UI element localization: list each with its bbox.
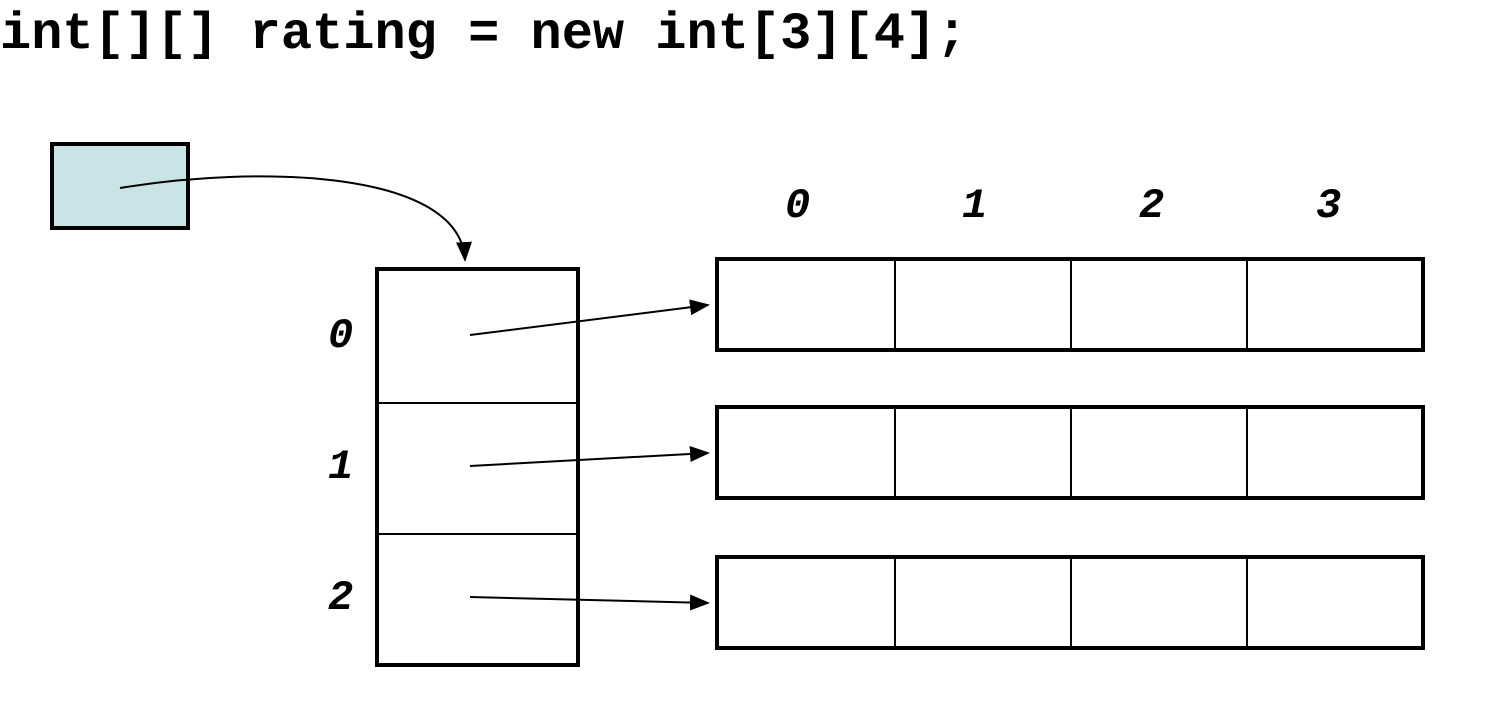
outer-index-1: 1 <box>328 443 353 491</box>
row-array-0 <box>715 257 1425 352</box>
col-index-3: 3 <box>1316 182 1341 230</box>
row-array-separator <box>1246 409 1248 496</box>
outer-array <box>375 267 580 667</box>
outer-index-2: 2 <box>328 574 353 622</box>
row-array-separator <box>894 261 896 348</box>
row-array-1 <box>715 405 1425 500</box>
code-declaration: int[][] rating = new int[3][4]; <box>0 5 967 64</box>
row-array-separator <box>894 559 896 646</box>
outer-array-separator <box>379 533 576 535</box>
row-array-separator <box>1246 559 1248 646</box>
row-array-separator <box>1070 559 1072 646</box>
row-array-separator <box>1246 261 1248 348</box>
col-index-0: 0 <box>785 182 810 230</box>
diagram-stage: int[][] rating = new int[3][4]; 0 1 2 0 … <box>0 0 1494 718</box>
outer-array-separator <box>379 402 576 404</box>
row-array-2 <box>715 555 1425 650</box>
col-index-1: 1 <box>962 182 987 230</box>
row-array-separator <box>894 409 896 496</box>
variable-reference-box <box>50 142 190 230</box>
outer-index-0: 0 <box>328 312 353 360</box>
row-array-separator <box>1070 261 1072 348</box>
row-array-separator <box>1070 409 1072 496</box>
col-index-2: 2 <box>1139 182 1164 230</box>
